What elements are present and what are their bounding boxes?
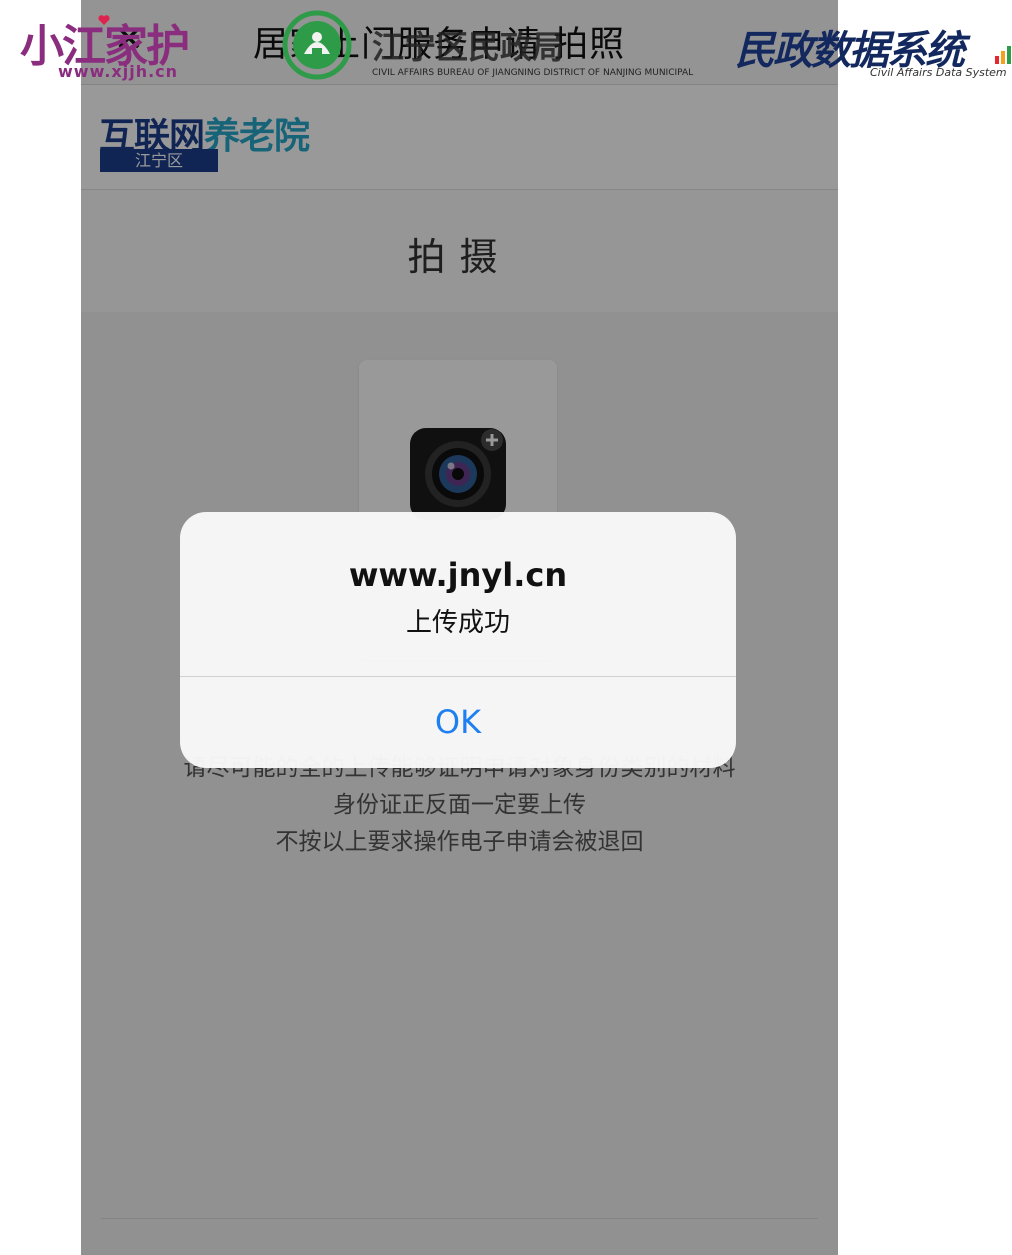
watermark-center-subtitle: CIVIL AFFAIRS BUREAU OF JIANGNING DISTRI… [372,68,694,78]
watermark-right-logo: 民政数据系统 Civil Affairs Data System [735,18,1012,88]
watermark-right-subtitle: Civil Affairs Data System [870,66,1007,79]
watermark-left-logo: 小江家护 www.xjjh.cn [20,10,230,82]
watermark-center-logo: 江宁区民政局 CIVIL AFFAIRS BUREAU OF JIANGNING… [282,10,694,82]
ok-button[interactable]: OK [180,677,736,768]
alert-dialog: www.jnyl.cn 上传成功 OK [180,512,736,768]
alert-title: www.jnyl.cn [348,556,568,594]
watermark-left-url: www.xjjh.cn [58,62,179,81]
civil-affairs-emblem-icon [282,10,352,80]
alert-message: 上传成功 [405,608,510,638]
heart-icon [98,15,110,25]
bar-chart-icon [995,46,1011,64]
watermark-center-title: 江宁区民政局 [372,28,565,66]
